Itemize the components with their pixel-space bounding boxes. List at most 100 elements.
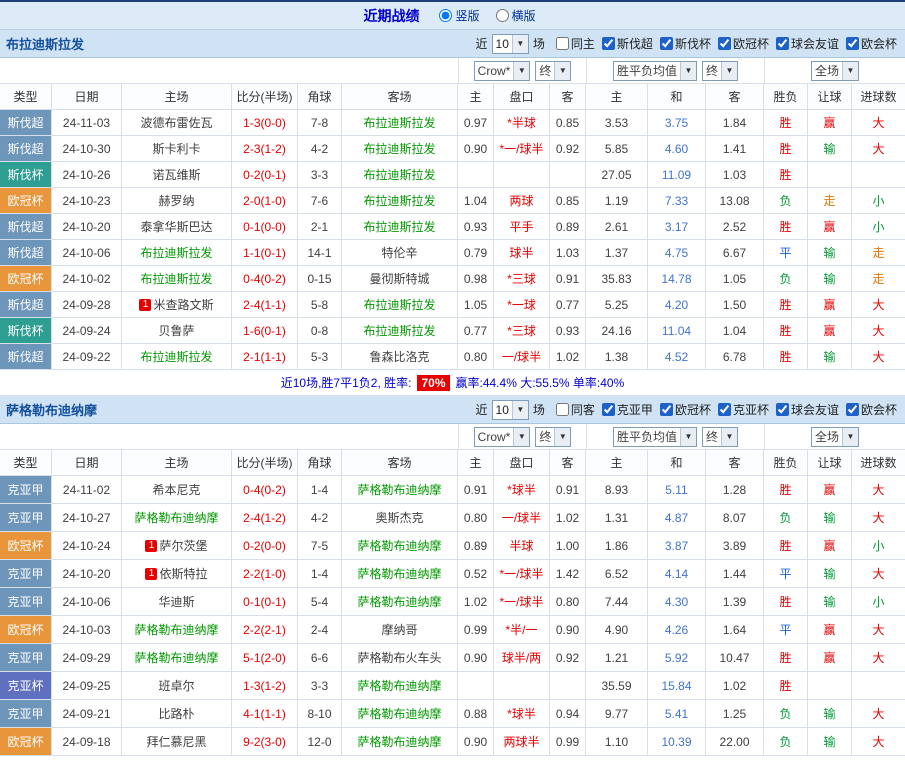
- avg-away-odds: 3.89: [706, 532, 764, 560]
- scope-selector: 全场▼: [764, 424, 905, 449]
- column-header: 和: [648, 450, 706, 476]
- handicap-stage-select[interactable]: 终▼: [535, 61, 571, 81]
- score-cell: 0-1(0-1): [232, 588, 298, 616]
- recent-count-select[interactable]: 10▼: [492, 400, 529, 420]
- column-header: 主场: [122, 84, 232, 110]
- avg-stage-select[interactable]: 终▼: [702, 427, 738, 447]
- section-team-1: 布拉迪斯拉发 近 10▼ 场 同主斯伐超斯伐杯欧冠杯球会友谊欧会杯 Crow*▼…: [0, 30, 905, 396]
- league-filter-label: 同主: [571, 35, 595, 52]
- result-cell: 胜: [764, 532, 808, 560]
- handicap-away-odds: 0.90: [550, 616, 586, 644]
- home-team: 萨格勒布迪纳摩: [122, 644, 232, 672]
- league-filter-checkbox-input[interactable]: [718, 37, 731, 50]
- avg-home-odds: 1.21: [586, 644, 648, 672]
- league-filter-checkbox[interactable]: 克亚甲: [602, 401, 653, 418]
- home-team: 拜仁慕尼黑: [122, 728, 232, 756]
- match-date: 24-10-23: [52, 188, 122, 214]
- avg-away-odds: 1.25: [706, 700, 764, 728]
- league-filter-checkbox[interactable]: 欧冠杯: [660, 401, 711, 418]
- handicap-line: *三球: [494, 318, 550, 344]
- avg-away-odds: 1.02: [706, 672, 764, 700]
- team-name-text: 波德布雷佐瓦: [140, 114, 212, 131]
- team-name-text: 拜仁慕尼黑: [146, 733, 206, 750]
- score-cell: 2-3(1-2): [232, 136, 298, 162]
- avg-odds-select[interactable]: 胜平负均值▼: [613, 61, 697, 81]
- match-type-badge: 克亚甲: [0, 504, 52, 532]
- match-date: 24-10-06: [52, 588, 122, 616]
- league-filter-checkbox-input[interactable]: [602, 37, 615, 50]
- chevron-down-icon: ▼: [842, 428, 858, 446]
- goals-result-cell: 大: [852, 110, 905, 136]
- result-cell: 负: [764, 266, 808, 292]
- league-filter-checkbox[interactable]: 球会友谊: [776, 401, 839, 418]
- recent-count-select[interactable]: 10▼: [492, 34, 529, 54]
- odds-company-select[interactable]: Crow*▼: [474, 61, 531, 81]
- avg-away-odds: 1.03: [706, 162, 764, 188]
- league-filter-label: 克亚甲: [617, 401, 653, 418]
- corners-cell: 14-1: [298, 240, 342, 266]
- league-filter-checkbox[interactable]: 同主: [556, 35, 595, 52]
- league-filter-checkbox-input[interactable]: [846, 37, 859, 50]
- result-cell: 平: [764, 560, 808, 588]
- league-filter-checkbox-input[interactable]: [718, 403, 731, 416]
- layout-horizontal-option[interactable]: 横版: [496, 7, 536, 24]
- handicap-stage-select[interactable]: 终▼: [535, 427, 571, 447]
- handicap-line: *球半: [494, 700, 550, 728]
- layout-vertical-option[interactable]: 竖版: [439, 7, 479, 24]
- layout-vertical-radio[interactable]: [439, 9, 452, 22]
- column-header: 盘口: [494, 450, 550, 476]
- handicap-home-odds: [458, 672, 494, 700]
- league-filter-checkbox[interactable]: 同客: [556, 401, 595, 418]
- avg-away-odds: 6.67: [706, 240, 764, 266]
- column-header: 类型: [0, 450, 52, 476]
- team-name-text: 贝鲁萨: [158, 322, 194, 339]
- league-filter-checkbox[interactable]: 克亚杯: [718, 401, 769, 418]
- handicap-away-odds: 0.89: [550, 214, 586, 240]
- league-filter-checkbox-input[interactable]: [846, 403, 859, 416]
- league-filter-checkbox-input[interactable]: [776, 403, 789, 416]
- league-filter-checkbox-input[interactable]: [556, 37, 569, 50]
- handicap-line: 两球: [494, 188, 550, 214]
- match-type-badge: 斯伐超: [0, 240, 52, 266]
- league-filter-checkbox[interactable]: 球会友谊: [776, 35, 839, 52]
- score-cell: 0-2(0-0): [232, 532, 298, 560]
- league-filter-checkbox[interactable]: 斯伐杯: [660, 35, 711, 52]
- handicap-away-odds: 0.77: [550, 292, 586, 318]
- goals-result-cell: 大: [852, 136, 905, 162]
- scope-select[interactable]: 全场▼: [811, 61, 859, 81]
- handicap-home-odds: 0.90: [458, 136, 494, 162]
- odds-company-select[interactable]: Crow*▼: [474, 427, 531, 447]
- avg-draw-odds: 3.17: [648, 214, 706, 240]
- league-filter-checkbox[interactable]: 欧会杯: [846, 35, 897, 52]
- league-filter-checkbox[interactable]: 欧会杯: [846, 401, 897, 418]
- handicap-result-cell: 赢: [808, 644, 852, 672]
- league-filter-checkbox-input[interactable]: [660, 37, 673, 50]
- avg-home-odds: 35.83: [586, 266, 648, 292]
- avg-odds-select[interactable]: 胜平负均值▼: [613, 427, 697, 447]
- handicap-home-odds: 0.77: [458, 318, 494, 344]
- avg-stage-select[interactable]: 终▼: [702, 61, 738, 81]
- league-filter-checkbox[interactable]: 欧冠杯: [718, 35, 769, 52]
- layout-horizontal-radio[interactable]: [496, 9, 509, 22]
- handicap-home-odds: 0.80: [458, 504, 494, 532]
- corners-cell: 1-4: [298, 476, 342, 504]
- avg-away-odds: 1.64: [706, 616, 764, 644]
- league-filter-checkbox-input[interactable]: [556, 403, 569, 416]
- result-cell: 胜: [764, 214, 808, 240]
- table-header: 类型日期主场比分(半场)角球客场主盘口客主和客胜负让球进球数: [0, 450, 905, 476]
- team-name: 布拉迪斯拉发: [6, 34, 84, 53]
- league-filter-checkbox-input[interactable]: [602, 403, 615, 416]
- match-type-badge: 斯伐超: [0, 344, 52, 370]
- handicap-line: 球半: [494, 240, 550, 266]
- avg-away-odds: 1.84: [706, 110, 764, 136]
- handicap-line: 半球: [494, 532, 550, 560]
- league-filter-checkbox[interactable]: 斯伐超: [602, 35, 653, 52]
- score-cell: 1-3(1-2): [232, 672, 298, 700]
- home-team: 波德布雷佐瓦: [122, 110, 232, 136]
- match-type-badge: 克亚杯: [0, 672, 52, 700]
- scope-select[interactable]: 全场▼: [811, 427, 859, 447]
- team-name-text: 萨格勒布迪纳摩: [357, 593, 441, 610]
- league-filter-checkbox-input[interactable]: [660, 403, 673, 416]
- league-filter-checkbox-input[interactable]: [776, 37, 789, 50]
- result-cell: 胜: [764, 476, 808, 504]
